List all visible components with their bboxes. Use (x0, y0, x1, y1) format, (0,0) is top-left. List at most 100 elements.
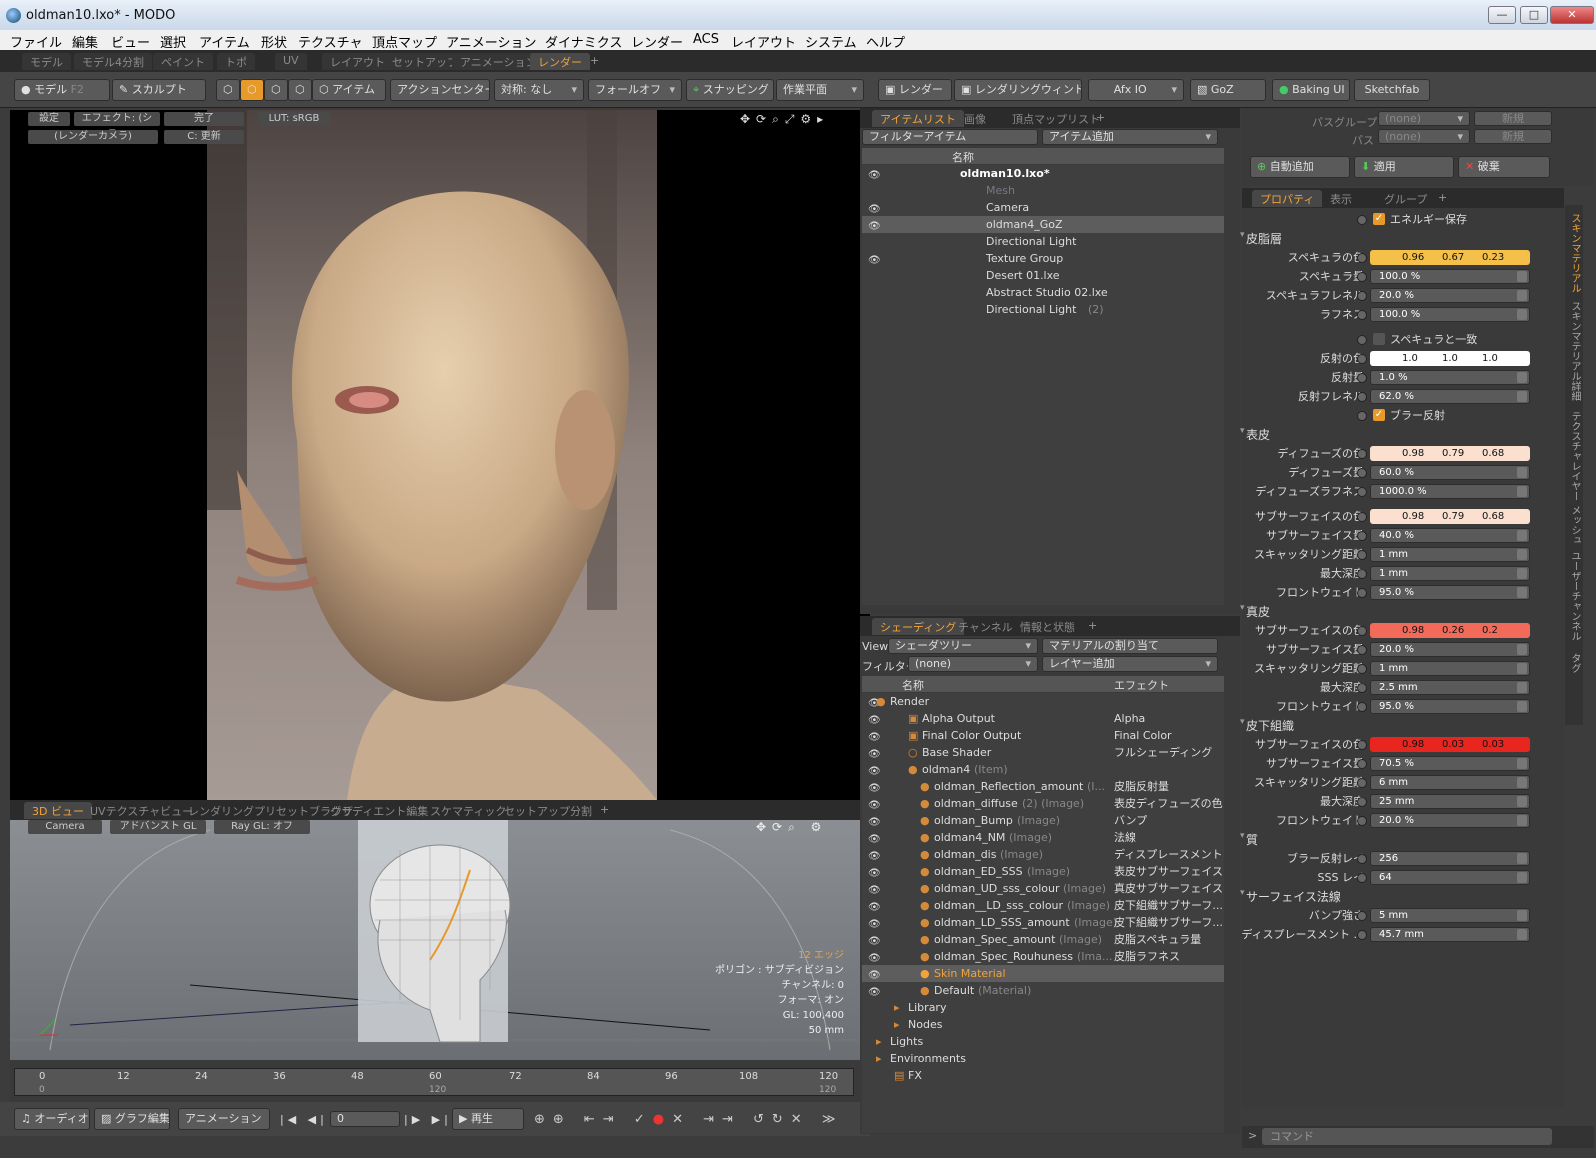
sketchfab-button[interactable]: Sketchfab (1354, 79, 1430, 101)
material-assign-button[interactable]: マテリアルの割り当て (1042, 638, 1218, 654)
slider-arrow-icon[interactable] (1517, 701, 1527, 712)
done-button[interactable]: 完了 (164, 112, 244, 126)
tab-gradient-editor[interactable]: グラディエント編集 (322, 802, 436, 819)
envelope-toggle-icon[interactable] (1357, 854, 1367, 864)
shader-tree-dropdown[interactable]: シェーダツリー (888, 638, 1038, 654)
collapse-arrow-icon[interactable]: ▾ (1240, 717, 1245, 727)
gl-nav-icons[interactable]: ✥⟳⌕ ⚙ (756, 820, 827, 835)
slider-arrow-icon[interactable] (1517, 587, 1527, 598)
visibility-eye-icon[interactable]: 👁 (868, 848, 881, 862)
prop-value-field[interactable]: 20.0 % (1370, 288, 1530, 303)
envelope-toggle-icon[interactable] (1357, 645, 1367, 655)
envelope-toggle-icon[interactable] (1357, 373, 1367, 383)
prop-value-field[interactable]: 20.0 % (1370, 642, 1530, 657)
add-prop-tab-icon[interactable]: + (1438, 191, 1447, 204)
prop-value-field[interactable]: 95.0 % (1370, 699, 1530, 714)
visibility-eye-icon[interactable]: 👁 (868, 729, 881, 743)
pass-group-dropdown[interactable]: (none) (1378, 111, 1470, 126)
slider-arrow-icon[interactable] (1517, 271, 1527, 282)
go-to-start-icon[interactable]: |◀ ◀| (280, 1113, 328, 1126)
side-tab-skin-detail[interactable]: スキンマテリアル詳細 (1567, 301, 1582, 401)
envelope-toggle-icon[interactable] (1357, 759, 1367, 769)
tab-vertex-map-list[interactable]: 頂点マップリスト (1004, 110, 1108, 127)
envelope-toggle-icon[interactable] (1357, 449, 1367, 459)
slider-arrow-icon[interactable] (1517, 644, 1527, 655)
ray-gl-toggle[interactable]: Ray GL: オフ (214, 820, 310, 834)
menu-system[interactable]: システム (805, 32, 857, 51)
visibility-eye-icon[interactable]: 👁 (868, 252, 881, 266)
lut-dropdown[interactable]: LUT: sRGB (258, 112, 330, 126)
section-sebum[interactable]: 皮脂層 (1246, 230, 1282, 247)
visibility-eye-icon[interactable]: 👁 (868, 984, 881, 998)
visibility-eye-icon[interactable]: 👁 (868, 218, 881, 232)
envelope-toggle-icon[interactable] (1357, 816, 1367, 826)
menu-geometry[interactable]: 形状 (261, 32, 287, 51)
slider-arrow-icon[interactable] (1517, 853, 1527, 864)
menu-edit[interactable]: 編集 (72, 32, 98, 51)
menu-select[interactable]: 選択 (160, 32, 186, 51)
effect-dropdown[interactable]: エフェクト: (シェ... (74, 112, 160, 138)
side-tab-texture-layer[interactable]: テクスチャレイヤー (1567, 411, 1582, 501)
envelope-toggle-icon[interactable] (1357, 626, 1367, 636)
envelope-toggle-icon[interactable] (1357, 411, 1367, 421)
add-tab-icon[interactable]: + (590, 54, 599, 67)
slider-arrow-icon[interactable] (1517, 796, 1527, 807)
shader-row[interactable]: 👁 ▣ Alpha Output Alpha (862, 710, 1224, 727)
visibility-eye-icon[interactable]: 👁 (868, 916, 881, 930)
envelope-toggle-icon[interactable] (1357, 664, 1367, 674)
color-swatch-field[interactable]: 0.98 0.03 0.03 (1370, 737, 1530, 752)
item-row-camera[interactable]: 👁 Camera (862, 199, 1224, 216)
item-mode-button[interactable]: ⬡ アイテム (312, 79, 386, 101)
prop-value-field[interactable]: 40.0 % (1370, 528, 1530, 543)
slider-arrow-icon[interactable] (1517, 929, 1527, 940)
prop-value-field[interactable]: 95.0 % (1370, 585, 1530, 600)
vertex-select-icon[interactable]: ⬡ (216, 79, 240, 101)
visibility-eye-icon[interactable]: 👁 (868, 201, 881, 215)
slider-arrow-icon[interactable] (1517, 777, 1527, 788)
shader-row[interactable]: 👁 ▣ Final Color Output Final Color (862, 727, 1224, 744)
shader-row[interactable]: 👁 ● oldman_Spec_amount (Image) 皮脂スペキュラ量 (862, 931, 1224, 948)
graph-editor-button[interactable]: ▨ グラフ編集 (94, 1108, 170, 1130)
section-subcut[interactable]: 皮下組織 (1246, 717, 1294, 734)
play-button[interactable]: ▶ 再生 (452, 1108, 524, 1130)
tab-layout[interactable]: レイアウト (322, 53, 393, 70)
shader-row[interactable]: 👁 ● oldman__LD_sss_colour (Image) 皮下組織サブサーフ.… (862, 897, 1224, 914)
slider-arrow-icon[interactable] (1517, 486, 1527, 497)
add-item-dropdown[interactable]: アイテム追加 (1042, 129, 1218, 145)
audio-button[interactable]: ♫ オーディオ (14, 1108, 90, 1130)
tab-model-quad[interactable]: モデル4分割 (74, 53, 152, 70)
menu-render[interactable]: レンダー (631, 32, 683, 51)
slider-arrow-icon[interactable] (1517, 682, 1527, 693)
checkbox-checked-icon[interactable]: ✓ (1373, 409, 1385, 421)
prop-value-field[interactable]: 1000.0 % (1370, 484, 1530, 499)
section-dermis[interactable]: 真皮 (1246, 603, 1270, 620)
visibility-eye-icon[interactable]: 👁 (868, 167, 881, 181)
render-window-button[interactable]: ▣ レンダリングウィンドウ (954, 79, 1082, 101)
collapse-arrow-icon[interactable]: ▾ (1240, 230, 1245, 240)
tab-paint[interactable]: ペイント (153, 53, 213, 70)
collapse-arrow-icon[interactable]: ▾ (1240, 426, 1245, 436)
prop-value-field[interactable]: 1 mm (1370, 661, 1530, 676)
model-mode-button[interactable]: ● モデル F2 (14, 79, 110, 101)
slider-arrow-icon[interactable] (1517, 549, 1527, 560)
frame-input[interactable]: 0 (330, 1111, 400, 1127)
add-view-tab-icon[interactable]: + (600, 803, 609, 816)
viewport-settings-button[interactable]: 設定 (28, 112, 70, 126)
action-center-dropdown[interactable]: アクションセンター (390, 79, 490, 101)
visibility-eye-icon[interactable]: 👁 (868, 797, 881, 811)
shader-row[interactable]: 👁 ● oldman_diffuse (2) (Image) 表皮ディフューズの色 (862, 795, 1224, 812)
tab-topo[interactable]: トポ (217, 53, 255, 70)
add-layer-dropdown[interactable]: レイヤー追加 (1042, 656, 1218, 672)
visibility-eye-icon[interactable]: 👁 (868, 882, 881, 896)
section-surface[interactable]: サーフェイス法線 (1246, 888, 1341, 905)
shader-row[interactable]: 👁 ● oldman_LD_SSS_amount (Image) 皮下組織サブサーフ..… (862, 914, 1224, 931)
menu-texture[interactable]: テクスチャ (298, 32, 362, 51)
envelope-toggle-icon[interactable] (1357, 683, 1367, 693)
prop-value-field[interactable]: 20.0 % (1370, 813, 1530, 828)
slider-arrow-icon[interactable] (1517, 872, 1527, 883)
color-swatch-field[interactable]: 0.98 0.79 0.68 (1370, 446, 1530, 461)
update-button[interactable]: C: 更新 (164, 130, 244, 144)
goz-button[interactable]: ▧ GoZ (1190, 79, 1266, 101)
shader-row[interactable]: 👁 ● oldman_UD_sss_colour (Image) 真皮サブサーフェイス.… (862, 880, 1224, 897)
edge-select-icon[interactable]: ⬡ (240, 79, 264, 101)
